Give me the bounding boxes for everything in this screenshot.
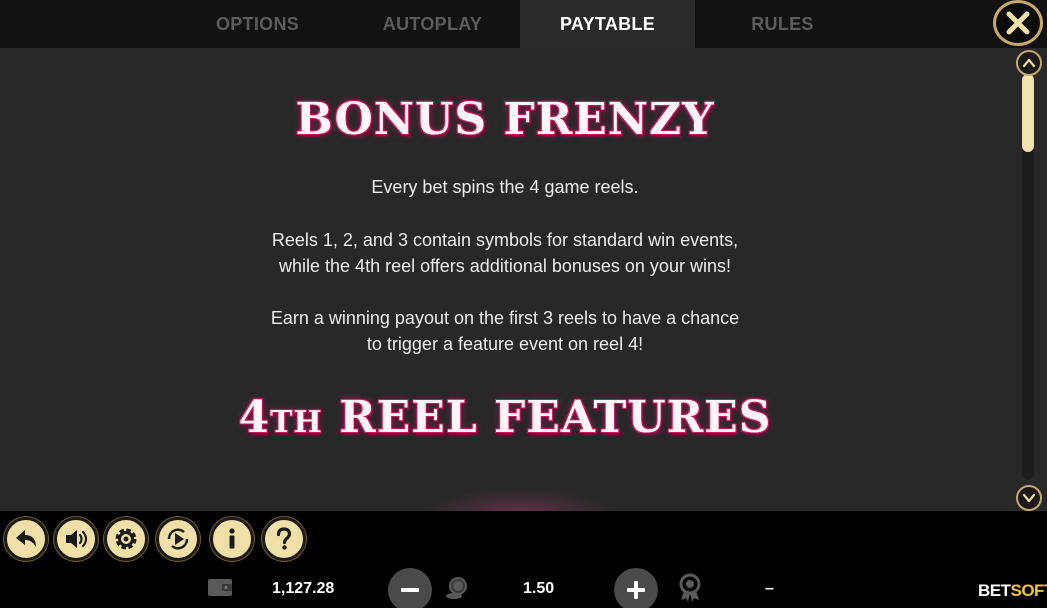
title-rest: REEL FEATURES (322, 392, 772, 443)
betsoft-logo: BETSOFT (978, 581, 1047, 601)
logo-part-bet: BET (978, 581, 1011, 600)
back-button[interactable] (4, 517, 48, 561)
sound-icon (66, 530, 88, 548)
paragraph-reels: Every bet spins the 4 game reels. (371, 177, 639, 197)
wallet-icon (208, 579, 232, 596)
logo-part-soft: SOFT (1010, 581, 1047, 600)
autoplay-button[interactable] (156, 517, 200, 561)
help-icon (276, 527, 292, 550)
increase-bet-button[interactable] (614, 568, 658, 608)
sound-button[interactable] (54, 517, 98, 561)
settings-button[interactable] (104, 517, 148, 561)
paragraph-line: Earn a winning payout on the first 3 ree… (270, 308, 740, 328)
gear-icon (115, 528, 137, 550)
win-value: – (765, 580, 774, 597)
section-title-bonus-frenzy: BONUS FRENZY (295, 94, 715, 145)
paragraph-line: Reels 1, 2, and 3 contain symbols for st… (271, 230, 739, 250)
tab-autoplay[interactable]: AUTOPLAY (345, 0, 520, 48)
info-button[interactable] (210, 517, 254, 561)
bet-value: 1.50 (523, 580, 555, 597)
close-icon (1006, 11, 1030, 35)
chevron-down-icon (1022, 493, 1036, 503)
back-icon (16, 530, 36, 547)
tab-rules[interactable]: RULES (695, 0, 870, 48)
autoplay-icon (167, 528, 189, 550)
title-ordinal: TH (270, 405, 323, 440)
paragraph-line: while the 4th reel offers additional bon… (279, 256, 731, 276)
coins-icon (446, 577, 467, 599)
title-number: 4 (238, 392, 271, 443)
tab-options[interactable]: OPTIONS (170, 0, 345, 48)
minus-icon (401, 588, 419, 592)
decrease-bet-button[interactable] (388, 568, 432, 608)
award-icon (679, 573, 701, 602)
scroll-up-button[interactable] (1016, 50, 1042, 76)
tab-bar: OPTIONS AUTOPLAY PAYTABLE RULES (0, 0, 1047, 48)
close-button[interactable] (993, 0, 1043, 46)
paragraph-line: to trigger a feature event on reel 4! (366, 334, 644, 354)
paragraph-feature-trigger: Earn a winning payout on the first 3 ree… (0, 305, 1010, 357)
scroll-down-button[interactable] (1016, 485, 1042, 511)
section-title-4th-reel-features: 4TH REEL FEATURES (0, 392, 1010, 443)
chevron-up-icon (1022, 58, 1036, 68)
help-button[interactable] (262, 517, 306, 561)
plus-icon (627, 581, 645, 599)
paragraph-reel-symbols: Reels 1, 2, and 3 contain symbols for st… (0, 227, 1010, 279)
info-icon (229, 528, 235, 549)
scrollbar-thumb[interactable] (1022, 74, 1034, 152)
balance-value: 1,127.28 (272, 580, 335, 597)
tab-paytable[interactable]: PAYTABLE (520, 0, 695, 48)
paytable-panel: BONUS FRENZY Every bet spins the 4 game … (0, 48, 1047, 511)
decorative-glow (420, 488, 620, 511)
